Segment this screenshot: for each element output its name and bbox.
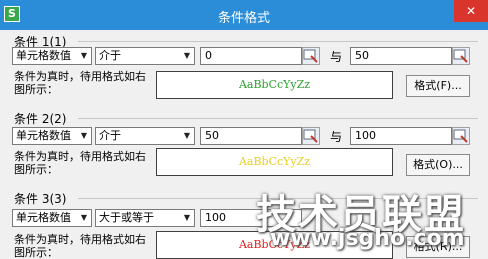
condition-2-type-value: 单元格数值 xyxy=(16,129,71,142)
condition-2-operator-value: 介于 xyxy=(99,129,121,142)
window-title: 条件格式 xyxy=(217,11,270,26)
condition-2-value1-input[interactable]: 50 xyxy=(200,127,302,145)
dropdown-arrow-icon: ▼ xyxy=(80,213,88,222)
preview-text: AaBbCcYyZz xyxy=(238,78,311,91)
preview-text: AaBbCcYyZz xyxy=(238,155,311,168)
condition-3-operator-select[interactable]: 大于或等于 ▼ xyxy=(95,209,195,227)
condition-1-type-select[interactable]: 单元格数值 ▼ xyxy=(12,47,92,65)
close-button[interactable]: ✕ xyxy=(454,0,488,22)
range-picker-icon[interactable] xyxy=(452,47,470,65)
condition-1-preview: AaBbCcYyZz xyxy=(156,71,393,99)
dropdown-arrow-icon: ▼ xyxy=(183,51,191,60)
format-button[interactable]: 格式(O)... xyxy=(406,154,470,176)
condition-3-operator-value: 大于或等于 xyxy=(99,211,154,224)
condition-2-label: 条件 2(2) xyxy=(14,112,67,126)
condition-2-preview: AaBbCcYyZz xyxy=(156,148,393,176)
condition-2-type-select[interactable]: 单元格数值 ▼ xyxy=(12,127,92,145)
condition-1-operator-value: 介于 xyxy=(99,49,121,62)
condition-2-operator-select[interactable]: 介于 ▼ xyxy=(95,127,195,145)
condition-1-note: 条件为真时，待用格式如右图所示： xyxy=(14,70,146,96)
condition-3-type-value: 单元格数值 xyxy=(16,211,71,224)
dropdown-arrow-icon: ▼ xyxy=(183,131,191,140)
range-picker-icon[interactable] xyxy=(302,127,320,145)
condition-2-value2-input[interactable]: 100 xyxy=(350,127,452,145)
dropdown-arrow-icon: ▼ xyxy=(183,213,191,222)
range-picker-icon[interactable] xyxy=(302,47,320,65)
condition-1-operator-select[interactable]: 介于 ▼ xyxy=(95,47,195,65)
and-label: 与 xyxy=(330,50,343,64)
divider xyxy=(78,41,478,42)
range-picker-icon[interactable] xyxy=(452,127,470,145)
dropdown-arrow-icon: ▼ xyxy=(80,51,88,60)
condition-1-type-value: 单元格数值 xyxy=(16,49,71,62)
and-label: 与 xyxy=(330,130,343,144)
condition-2-note: 条件为真时，待用格式如右图所示： xyxy=(14,150,146,176)
dropdown-arrow-icon: ▼ xyxy=(80,131,88,140)
condition-3-type-select[interactable]: 单元格数值 ▼ xyxy=(12,209,92,227)
format-button[interactable]: 格式(F)... xyxy=(406,75,470,97)
condition-1-value2-input[interactable]: 50 xyxy=(350,47,452,65)
condition-3-label: 条件 3(3) xyxy=(14,192,67,206)
watermark-url: www.jsgho.com xyxy=(270,226,465,251)
condition-3-note: 条件为真时，待用格式如右图所示： xyxy=(14,233,146,259)
divider xyxy=(78,118,478,119)
condition-1-value1-input[interactable]: 0 xyxy=(200,47,302,65)
title-bar: S 条件格式 ✕ xyxy=(0,0,488,30)
